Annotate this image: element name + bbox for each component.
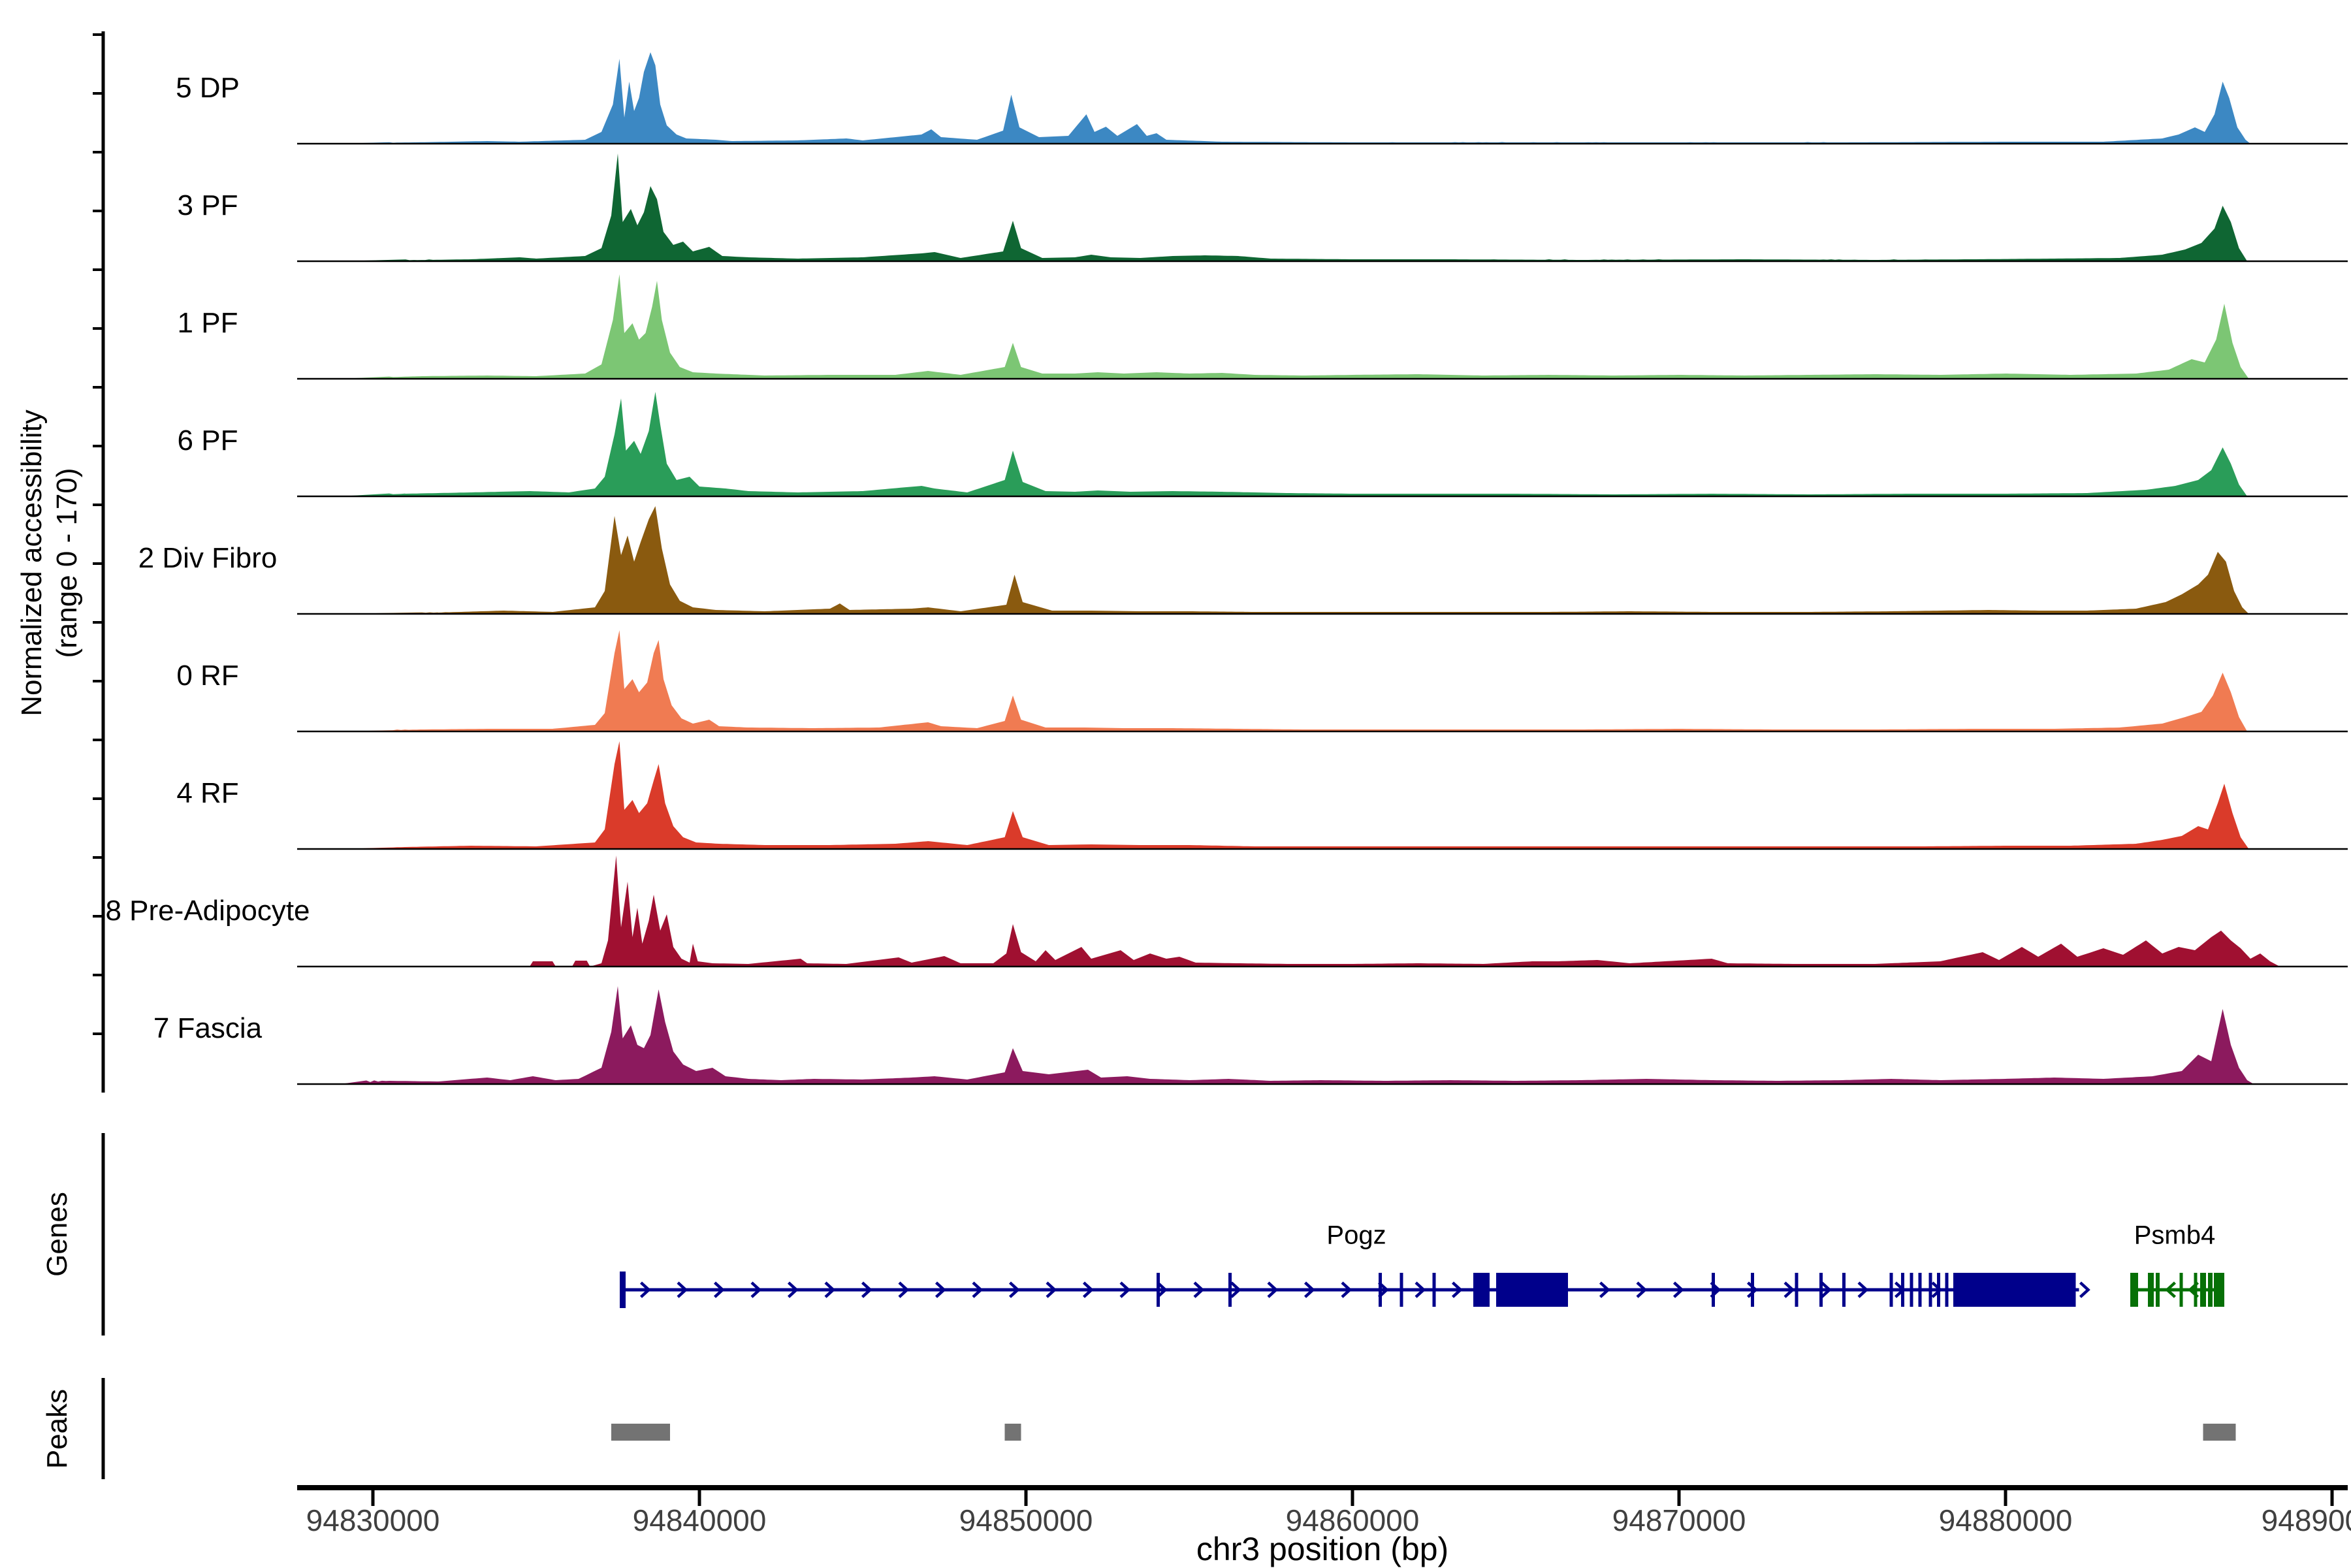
genes-section-label: Genes <box>41 1192 73 1277</box>
signal-area-7 <box>340 741 2249 849</box>
track-label-2divfibro: 2 Div Fibro <box>138 542 278 574</box>
track-label-7fascia: 7 Fascia <box>153 1012 263 1044</box>
gene-exon-tick-pogz <box>1945 1273 1949 1307</box>
y-axis-label-line1: Normalized accessibility <box>16 409 48 716</box>
gene-exon-tick-pogz <box>1432 1273 1436 1307</box>
gene-exon-block-psmb4 <box>2200 1273 2206 1307</box>
track-label-6pf: 6 PF <box>177 424 238 456</box>
gene-exon-block-psmb4 <box>2208 1273 2213 1307</box>
x-tick-94890000: 94890000 <box>2261 1503 2351 1537</box>
signal-area-8 <box>340 856 2280 967</box>
gene-exon-tick-pogz <box>1910 1273 1913 1307</box>
gene-exon-block-psmb4 <box>2156 1273 2160 1307</box>
gene-label-psmb4: Psmb4 <box>2134 1221 2216 1250</box>
gene-exon-tick-pogz <box>1157 1273 1160 1307</box>
gene-exon-block-pogz <box>1496 1273 1568 1307</box>
track-label-0rf: 0 RF <box>176 660 239 692</box>
signal-area-1 <box>340 52 2250 144</box>
gene-tss-bar-pogz <box>620 1272 626 1308</box>
track-label-5dp: 5 DP <box>176 72 240 104</box>
genome-browser-figure: Normalized accessibility (range 0 - 170)… <box>0 0 2351 1567</box>
gene-exon-tick-pogz <box>1889 1273 1893 1307</box>
gene-exon-block-psmb4 <box>2130 1273 2138 1307</box>
gene-exon-block-pogz <box>1953 1273 2076 1307</box>
gene-exon-block-pogz <box>1473 1273 1490 1307</box>
x-tick-94850000: 94850000 <box>959 1503 1093 1537</box>
peaks-section-label: Peaks <box>41 1388 73 1469</box>
gene-exon-tick-pogz <box>1228 1273 1232 1307</box>
gene-exon-tick-pogz <box>1918 1273 1922 1307</box>
gene-exon-tick-pogz <box>1928 1273 1932 1307</box>
gene-exon-block-psmb4 <box>2148 1273 2154 1307</box>
gene-end-arrow-pogz <box>2079 1281 2090 1298</box>
signal-area-3 <box>340 274 2249 379</box>
gene-exon-tick-pogz <box>1795 1273 1799 1307</box>
gene-exon-block-psmb4 <box>2214 1273 2224 1307</box>
track-label-1pf: 1 PF <box>177 307 238 339</box>
signal-area-2 <box>340 153 2247 261</box>
gene-exon-tick-pogz <box>1399 1273 1403 1307</box>
peak-region-3 <box>2203 1424 2236 1441</box>
track-label-4rf: 4 RF <box>176 777 239 809</box>
peak-region-2 <box>1004 1424 1021 1441</box>
gene-exon-tick-pogz <box>1379 1273 1382 1307</box>
track-label-8preadipocyte: 8 Pre-Adipocyte <box>105 895 310 927</box>
signal-area-4 <box>340 392 2247 496</box>
y-axis-label-line2: (range 0 - 170) <box>51 468 83 658</box>
tracks-canvas <box>93 31 2348 1506</box>
gene-label-pogz: Pogz <box>1326 1221 1386 1250</box>
x-tick-94880000: 94880000 <box>1938 1503 2073 1537</box>
x-axis-title: chr3 position (bp) <box>1196 1531 1449 1567</box>
x-tick-94840000: 94840000 <box>632 1503 767 1537</box>
track-label-3pf: 3 PF <box>177 189 238 221</box>
gene-exon-tick-pogz <box>1819 1273 1823 1307</box>
gene-exon-tick-psmb4 <box>2194 1273 2198 1307</box>
signal-area-9 <box>340 986 2254 1084</box>
y-axis-label: Normalized accessibility (range 0 - 170) <box>14 409 85 716</box>
gene-exon-tick-pogz <box>1842 1273 1846 1307</box>
gene-exon-tick-psmb4 <box>2179 1273 2183 1307</box>
signal-area-6 <box>340 630 2247 731</box>
signal-area-5 <box>340 506 2249 614</box>
gene-exon-tick-pogz <box>1712 1273 1715 1307</box>
peak-region-1 <box>611 1424 670 1441</box>
x-tick-94870000: 94870000 <box>1612 1503 1746 1537</box>
x-tick-94830000: 94830000 <box>306 1503 440 1537</box>
